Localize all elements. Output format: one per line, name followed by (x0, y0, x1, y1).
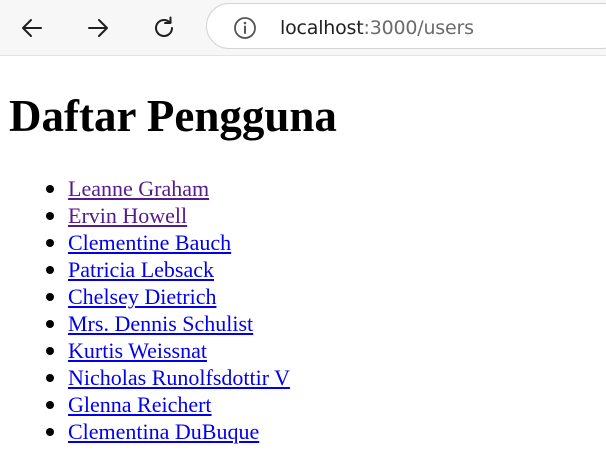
list-item: Glenna Reichert (0, 391, 290, 418)
reload-button[interactable] (144, 8, 184, 48)
list-item: Clementine Bauch (0, 229, 290, 256)
url-path: :3000/users (363, 17, 475, 39)
user-link[interactable]: Clementine Bauch (68, 230, 231, 255)
bullet (46, 239, 54, 247)
user-link[interactable]: Patricia Lebsack (68, 257, 214, 282)
user-link[interactable]: Kurtis Weissnat (68, 338, 207, 363)
bullet (46, 212, 54, 220)
url-text[interactable]: localhost:3000/users (280, 14, 474, 42)
list-item: Chelsey Dietrich (0, 283, 290, 310)
url-host: localhost (280, 17, 364, 39)
bullet (46, 347, 54, 355)
browser-toolbar: localhost:3000/users (0, 0, 606, 56)
bullet (46, 428, 54, 436)
user-list: Leanne Graham Ervin Howell Clementine Ba… (0, 175, 290, 445)
list-item: Patricia Lebsack (0, 256, 290, 283)
list-item: Leanne Graham (0, 175, 290, 202)
arrow-left-icon (22, 19, 42, 37)
info-icon[interactable] (232, 15, 258, 41)
bullet (46, 266, 54, 274)
bullet (46, 374, 54, 382)
bullet (46, 320, 54, 328)
user-link[interactable]: Glenna Reichert (68, 392, 212, 417)
user-link[interactable]: Ervin Howell (68, 203, 187, 228)
bullet (46, 401, 54, 409)
user-link[interactable]: Mrs. Dennis Schulist (68, 311, 253, 336)
bullet (46, 185, 54, 193)
user-link[interactable]: Leanne Graham (68, 176, 209, 201)
arrow-right-icon (88, 19, 108, 37)
list-item: Nicholas Runolfsdottir V (0, 364, 290, 391)
page-content: Daftar Pengguna Leanne Graham Ervin Howe… (0, 56, 606, 458)
list-item: Clementina DuBuque (0, 418, 290, 445)
user-link[interactable]: Chelsey Dietrich (68, 284, 216, 309)
forward-button[interactable] (78, 8, 118, 48)
list-item: Mrs. Dennis Schulist (0, 310, 290, 337)
reload-icon (155, 16, 173, 37)
page-title: Daftar Pengguna (9, 91, 337, 141)
list-item: Kurtis Weissnat (0, 337, 290, 364)
bullet (46, 293, 54, 301)
user-link[interactable]: Clementina DuBuque (68, 419, 259, 444)
user-link[interactable]: Nicholas Runolfsdottir V (68, 365, 290, 390)
list-item: Ervin Howell (0, 202, 290, 229)
back-button[interactable] (12, 8, 52, 48)
